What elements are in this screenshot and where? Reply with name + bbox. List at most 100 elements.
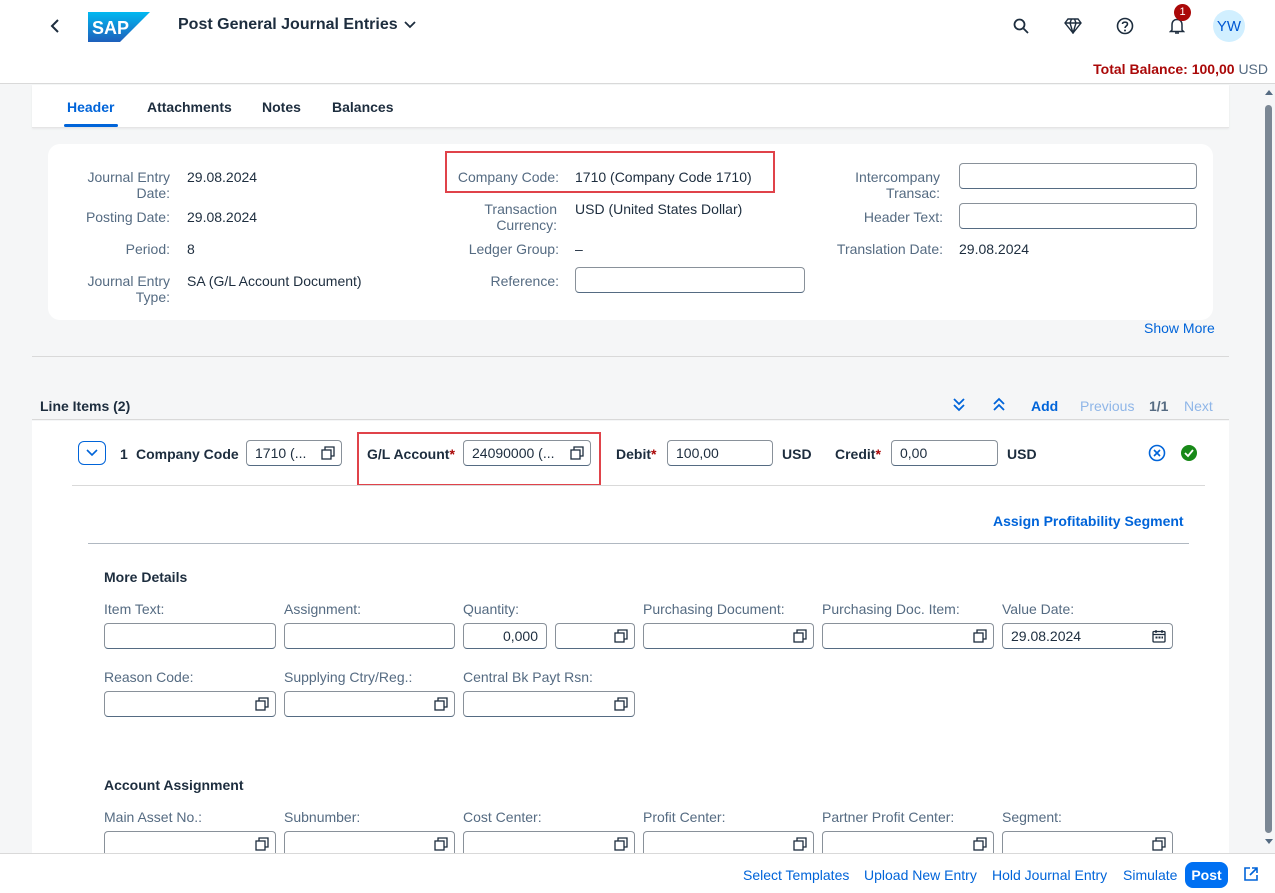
cost-center-label: Cost Center: [463, 809, 542, 825]
value-help-icon[interactable] [614, 629, 628, 643]
purchasing-doc-item-input[interactable] [822, 623, 994, 649]
notifications-bell-icon[interactable]: 1 [1161, 4, 1193, 42]
intercompany-input[interactable] [959, 163, 1197, 189]
sap-logo[interactable]: SAP [88, 12, 150, 45]
scroll-down-icon[interactable] [1265, 837, 1273, 845]
select-templates-button[interactable]: Select Templates [743, 867, 849, 883]
previous-button[interactable]: Previous [1080, 398, 1134, 414]
value-help-icon[interactable] [434, 837, 448, 851]
more-details-title: More Details [104, 569, 188, 585]
value-help-icon[interactable] [973, 837, 987, 851]
calendar-icon[interactable] [1152, 629, 1166, 643]
avatar[interactable]: YW [1213, 10, 1245, 42]
notification-badge: 1 [1174, 4, 1191, 21]
details-divider [88, 543, 1189, 544]
value-help-icon[interactable] [570, 446, 584, 460]
segment-label: Segment: [1002, 809, 1062, 825]
central-bk-input[interactable] [463, 691, 635, 717]
period-label: Period: [125, 241, 170, 257]
footer-toolbar: Select Templates Upload New Entry Hold J… [0, 853, 1275, 893]
value-date-input[interactable]: 29.08.2024 [1002, 623, 1173, 649]
value-date-label: Value Date: [1002, 601, 1075, 617]
expand-all-icon[interactable] [952, 396, 966, 415]
reference-input[interactable] [575, 267, 805, 293]
reference-label: Reference: [490, 273, 559, 289]
page-indicator: 1/1 [1149, 398, 1169, 414]
gl-account-input[interactable]: 24090000 (... [463, 440, 591, 466]
purchasing-document-input[interactable] [643, 623, 814, 649]
balance-strip: Total Balance: 100,00 USD [0, 54, 1275, 84]
profit-center-label: Profit Center: [643, 809, 726, 825]
central-bk-label: Central Bk Payt Rsn: [463, 669, 593, 685]
scroll-thumb[interactable] [1265, 105, 1272, 833]
assignment-label: Assignment: [284, 601, 362, 617]
value-help-icon[interactable] [321, 446, 335, 460]
line-items-toolbar: Line Items (2) Add Previous 1/1 Next [32, 390, 1229, 420]
unit-input[interactable] [555, 623, 635, 649]
debit-input[interactable]: 100,00 [667, 440, 773, 466]
reason-code-label: Reason Code: [104, 669, 194, 685]
active-tab-indicator [64, 124, 118, 127]
gl-account-label: G/L Account* [367, 446, 455, 462]
scroll-up-icon[interactable] [1265, 89, 1273, 97]
credit-value: 0,00 [900, 445, 928, 461]
simulate-button[interactable]: Simulate [1123, 867, 1177, 883]
item-text-input[interactable] [104, 623, 276, 649]
reason-code-input[interactable] [104, 691, 276, 717]
journal-entry-type-label: Journal Entry Type: [87, 273, 170, 305]
value-help-icon[interactable] [793, 837, 807, 851]
value-help-icon[interactable] [255, 697, 269, 711]
header-text-label: Header Text: [863, 209, 943, 225]
back-icon[interactable] [44, 15, 66, 37]
show-more-link[interactable]: Show More [1144, 320, 1215, 336]
next-button[interactable]: Next [1184, 398, 1213, 414]
scrollbar[interactable] [1262, 85, 1275, 853]
help-icon[interactable] [1109, 10, 1141, 42]
account-assignment-title: Account Assignment [104, 777, 244, 793]
tab-header[interactable]: Header [67, 99, 114, 115]
delete-row-icon[interactable] [1148, 444, 1166, 465]
tab-notes[interactable]: Notes [262, 99, 301, 115]
credit-input[interactable]: 0,00 [891, 440, 998, 466]
post-button[interactable]: Post [1185, 862, 1228, 888]
subnumber-label: Subnumber: [284, 809, 361, 825]
total-balance-label: Total Balance: [1093, 61, 1188, 77]
joule-diamond-icon[interactable] [1057, 10, 1089, 42]
share-icon[interactable] [1243, 866, 1259, 885]
supplying-ctry-input[interactable] [284, 691, 455, 717]
value-help-icon[interactable] [255, 837, 269, 851]
assignment-input[interactable] [284, 623, 455, 649]
value-help-icon[interactable] [1152, 837, 1166, 851]
assign-profitability-segment-link[interactable]: Assign Profitability Segment [993, 513, 1184, 529]
upload-new-entry-button[interactable]: Upload New Entry [864, 867, 977, 883]
journal-entry-type-value: SA (G/L Account Document) [187, 273, 362, 289]
value-date-value: 29.08.2024 [1011, 628, 1082, 644]
quantity-value: 0,000 [502, 628, 538, 644]
ledger-group-label: Ledger Group: [468, 241, 559, 257]
tab-balances[interactable]: Balances [332, 99, 393, 115]
shell-bar: SAP Post General Journal Entries 1 YW [0, 0, 1275, 54]
collapse-row-button[interactable] [78, 441, 106, 465]
main-asset-label: Main Asset No.: [104, 809, 203, 825]
tab-attachments[interactable]: Attachments [147, 99, 232, 115]
value-help-icon[interactable] [614, 837, 628, 851]
value-help-icon[interactable] [973, 629, 987, 643]
quantity-input[interactable]: 0,000 [463, 623, 547, 649]
value-help-icon[interactable] [614, 697, 628, 711]
supplying-ctry-label: Supplying Ctry/Reg.: [284, 669, 413, 685]
value-help-icon[interactable] [434, 697, 448, 711]
header-text-input[interactable] [959, 203, 1197, 229]
collapse-all-icon[interactable] [992, 396, 1006, 415]
app-title-menu[interactable]: Post General Journal Entries [178, 16, 416, 34]
row-number: 1 [120, 446, 128, 462]
company-code-row-input[interactable]: 1710 (... [246, 440, 342, 466]
value-help-icon[interactable] [793, 629, 807, 643]
hold-journal-entry-button[interactable]: Hold Journal Entry [992, 867, 1107, 883]
gl-account-value: 24090000 (... [472, 445, 555, 461]
ledger-group-value: – [575, 241, 583, 257]
app-title: Post General Journal Entries [178, 16, 398, 33]
add-line-item-button[interactable]: Add [1031, 398, 1058, 414]
posting-date-label: Posting Date: [85, 209, 170, 225]
translation-date-label: Translation Date: [836, 241, 943, 257]
search-icon[interactable] [1005, 10, 1037, 42]
